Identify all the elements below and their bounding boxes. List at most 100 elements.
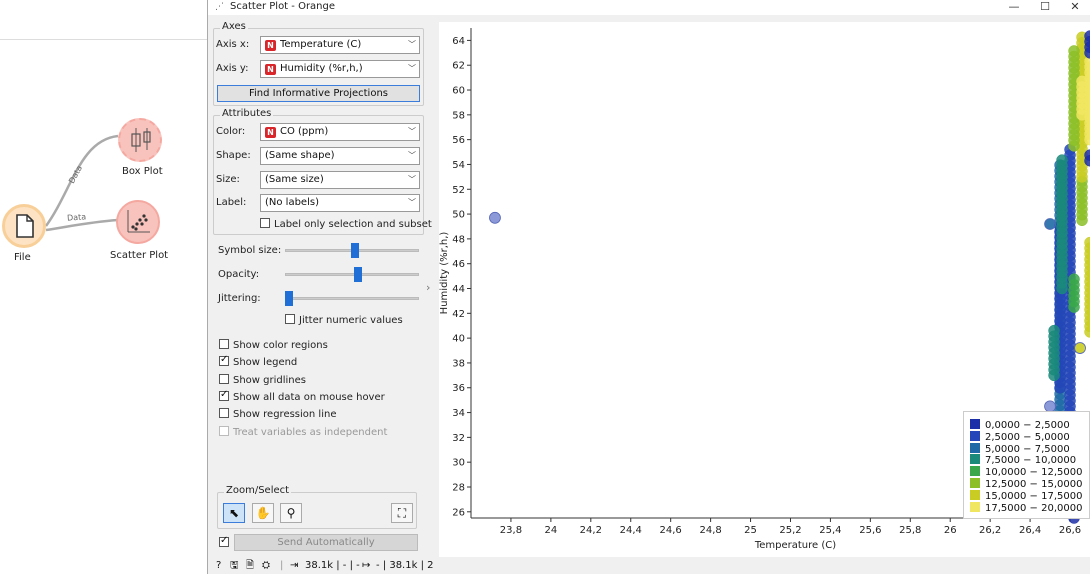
checkbox-label: Show color regions (233, 340, 328, 351)
color-combo[interactable]: N CO (ppm) ﹀ (260, 123, 420, 141)
checkbox-box[interactable] (219, 373, 229, 384)
legend-item: 7,5000 − 10,0000 (970, 454, 1076, 466)
data-point (1056, 154, 1068, 166)
y-tick-label: 54 (452, 160, 465, 171)
axis-y-combo[interactable]: N Humidity (%r,h,) ﹀ (260, 60, 420, 78)
hand-icon: ✋ (255, 506, 271, 520)
visual-settings-icon[interactable]: ⛭ (262, 557, 270, 574)
link-label: Data (66, 212, 87, 223)
legend-swatch (970, 454, 980, 465)
legend-label: 10,0000 − 12,5000 (985, 467, 1083, 479)
x-tick-label: 25,6 (859, 525, 881, 536)
send-automatically-button[interactable]: Send Automatically (234, 534, 418, 551)
jittering-slider[interactable] (285, 297, 419, 300)
data-point (489, 211, 501, 224)
maximize-button[interactable]: ☐ (1031, 0, 1059, 14)
input-summary[interactable]: 38.1k | - | - (305, 557, 360, 574)
color-legend[interactable]: 0,0000 − 2,5000 2,5000 − 5,0000 5,0000 − 7… (963, 411, 1090, 519)
chevron-down-icon: ﹀ (408, 198, 416, 207)
report-icon[interactable]: 🗎 (246, 557, 254, 574)
window-titlebar[interactable]: ⋰ Scatter Plot - Orange — ☐ ✕ (208, 0, 1090, 15)
legend-item: 15,0000 − 17,5000 (970, 489, 1082, 502)
option-checkbox[interactable]: Show legend (219, 354, 297, 368)
scatter-plot-node-circle[interactable] (116, 200, 160, 244)
label-combo[interactable]: (No labels) ﹀ (260, 194, 420, 212)
legend-item: 10,0000 − 12,5000 (970, 466, 1082, 478)
option-checkbox[interactable]: Show regression line (219, 408, 336, 420)
workflow-canvas[interactable]: Data Data File Box Plot Scatter Plot (0, 0, 207, 574)
label-label: Label: (216, 197, 247, 208)
axis-x-combo[interactable]: N Temperature (C) ﹀ (260, 36, 420, 54)
zoom-tool-button[interactable]: ⚲ (280, 503, 302, 523)
opacity-slider[interactable] (285, 273, 419, 276)
checkbox-box[interactable] (260, 218, 270, 228)
file-node-circle[interactable] (2, 204, 46, 248)
y-tick-label: 38 (452, 358, 465, 369)
shape-combo[interactable]: (Same shape) ﹀ (260, 147, 420, 165)
jittering-slider-handle[interactable] (285, 291, 293, 306)
data-point (1044, 218, 1056, 230)
pan-tool-button[interactable]: ✋ (252, 503, 274, 523)
numeric-variable-icon: N (265, 127, 276, 138)
x-tick-label: 24,2 (580, 525, 602, 536)
input-icon: ⇥ (290, 560, 299, 571)
axes-group-title: Axes (220, 21, 248, 32)
y-tick-label: 40 (452, 334, 465, 345)
find-informative-projections-button[interactable]: Find Informative Projections (217, 85, 420, 102)
checkbox-box[interactable] (219, 389, 229, 401)
symbol-size-slider-handle[interactable] (350, 243, 359, 258)
opacity-slider-handle[interactable] (354, 267, 363, 282)
legend-label: 0,0000 − 2,5000 (985, 420, 1070, 431)
opacity-label: Opacity: (218, 269, 260, 280)
box-plot-node-circle[interactable] (118, 118, 162, 162)
zoom-select-title: Zoom/Select (224, 485, 292, 496)
legend-label: 12,5000 − 15,0000 (985, 479, 1083, 490)
checkbox-box[interactable] (219, 408, 229, 419)
y-tick-label: 64 (452, 36, 465, 47)
size-label: Size: (216, 174, 240, 185)
y-tick-label: 52 (452, 185, 465, 196)
fit-view-icon: ⛶ (397, 506, 407, 520)
window-title: Scatter Plot - Orange (230, 1, 336, 12)
y-tick-label: 48 (452, 234, 465, 245)
control-panel: Axes Axis x: N Temperature (C) ﹀ Axis y: … (208, 15, 438, 555)
checkbox-box[interactable] (219, 339, 229, 349)
y-tick-label: 26 (452, 507, 465, 518)
magnifier-icon: ⚲ (286, 506, 296, 520)
option-checkbox[interactable]: Show color regions (219, 339, 328, 351)
collapse-panel-icon[interactable]: › (426, 281, 430, 294)
document-icon (16, 214, 34, 238)
option-checkbox[interactable]: Show all data on mouse hover (219, 389, 385, 403)
size-value: (Same size) (265, 174, 324, 185)
help-icon[interactable]: ? (216, 557, 221, 574)
reset-zoom-button[interactable]: ⛶ (391, 503, 413, 523)
minimize-button[interactable]: — (1000, 0, 1028, 14)
checkbox-box[interactable] (219, 535, 229, 547)
x-tick-label: 26,2 (979, 525, 1001, 536)
x-tick-label: 23,8 (500, 525, 522, 536)
legend-label: 5,0000 − 7,5000 (985, 443, 1070, 455)
save-icon[interactable]: 🖫 (230, 557, 239, 574)
select-tool-button[interactable]: ⬉ (223, 503, 245, 523)
checkbox-box[interactable] (219, 354, 229, 367)
option-checkbox[interactable]: Show gridlines (219, 373, 306, 386)
checkbox-box[interactable] (285, 314, 295, 324)
data-point (1068, 45, 1080, 57)
node-label: File (14, 252, 31, 263)
app-icon: ⋰ (215, 2, 224, 12)
legend-swatch (970, 419, 980, 429)
jitter-numeric-checkbox[interactable]: Jitter numeric values (285, 314, 403, 326)
close-button[interactable]: ✕ (1061, 0, 1089, 14)
x-axis-title: Temperature (C) (754, 540, 836, 551)
legend-item: 5,0000 − 7,5000 (970, 442, 1070, 455)
axis-y-label: Axis y: (216, 63, 249, 74)
workflow-links (44, 134, 119, 232)
output-summary[interactable]: - | 38.1k | 2 (376, 557, 433, 574)
legend-swatch (970, 501, 980, 512)
send-auto-checkbox[interactable] (219, 535, 233, 549)
size-combo[interactable]: (Same size) ﹀ (260, 171, 420, 189)
box-plot-icon (131, 128, 151, 152)
label-value: (No labels) (265, 197, 319, 208)
axis-y-value: Humidity (%r,h,) (280, 63, 363, 74)
label-only-selection-checkbox[interactable]: Label only selection and subset (260, 218, 432, 230)
